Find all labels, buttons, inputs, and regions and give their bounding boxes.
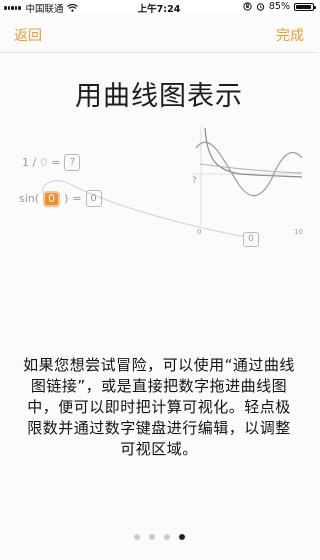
expression-zero: 0	[40, 156, 48, 169]
page-dot-4-active[interactable]	[178, 534, 185, 540]
sine-result-box: 0	[85, 190, 102, 207]
sine-equals: =	[72, 192, 82, 205]
sine-curve	[195, 141, 303, 197]
draggable-number-box[interactable]: 0	[43, 190, 61, 207]
status-bar: 中国联通 上午7:24 85%	[0, 0, 318, 15]
alarm-icon	[256, 3, 265, 11]
back-button[interactable]: 返回	[14, 25, 42, 45]
sine-function-label: sin(	[19, 192, 40, 205]
tutorial-illustration: 1 / 0 = ? sin( 0 ) = 0 ? 0 10 0	[0, 118, 318, 258]
page-dot-2[interactable]	[148, 534, 155, 540]
page-title: 用曲线图表示	[75, 81, 243, 112]
page-dot-1[interactable]	[133, 534, 140, 540]
expression-reciprocal: 1 / 0 = ?	[22, 154, 81, 171]
expression-left: 1 /	[22, 156, 37, 169]
graph-y-tick-label: ?	[192, 176, 197, 186]
tutorial-description: 如果您想尝试冒险，可以使用“通过曲线图链接”，或是直接把数字拖进曲线图中，便可以…	[23, 356, 295, 458]
navigation-bar: 返回 完成	[0, 14, 318, 53]
sine-close-paren: )	[64, 192, 69, 205]
expression-equals: =	[51, 156, 61, 169]
graph-x-max-label: 10	[294, 228, 303, 236]
graph-x-min-label: 0	[197, 228, 202, 236]
flat-curve	[199, 163, 303, 174]
graph-illustration	[42, 126, 303, 237]
graph-value-box: 0	[243, 232, 259, 247]
result-box: ?	[64, 154, 81, 171]
page-indicator	[0, 534, 318, 540]
page-dot-3[interactable]	[163, 534, 170, 540]
battery-percent: 85%	[268, 1, 290, 12]
status-right: 85%	[243, 1, 316, 12]
battery-icon	[294, 2, 316, 11]
done-button[interactable]: 完成	[276, 25, 304, 45]
expression-sine: sin( 0 ) = 0	[19, 190, 102, 207]
orientation-lock-icon	[243, 2, 252, 11]
